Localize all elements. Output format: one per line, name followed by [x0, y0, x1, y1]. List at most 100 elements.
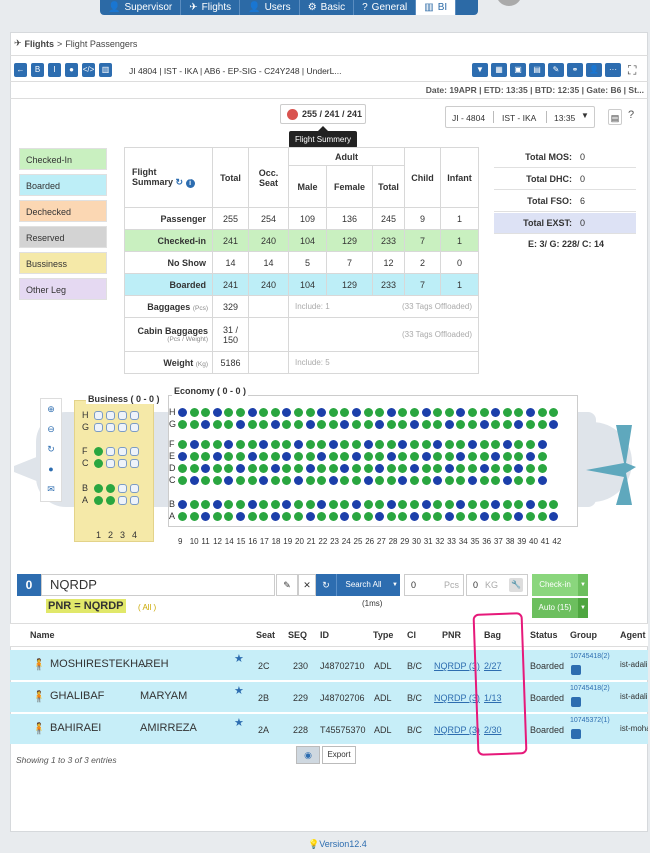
economy-seat[interactable] [352, 476, 361, 485]
business-seat[interactable] [94, 411, 103, 420]
economy-seat[interactable] [305, 452, 315, 461]
economy-seat[interactable] [247, 464, 257, 473]
economy-seat[interactable] [526, 500, 535, 509]
group-dropdown[interactable] [571, 665, 581, 675]
economy-seat[interactable] [526, 408, 535, 417]
economy-seat[interactable] [212, 512, 222, 521]
column-header-group[interactable]: Group [570, 630, 597, 650]
business-seat[interactable] [118, 459, 127, 468]
business-seat[interactable] [106, 484, 115, 493]
checkin-dropdown[interactable]: ▼ [578, 574, 588, 596]
business-seat[interactable] [118, 423, 127, 432]
economy-seat[interactable] [410, 476, 419, 485]
economy-seat[interactable] [189, 408, 199, 417]
economy-seat[interactable] [479, 420, 489, 429]
economy-seat[interactable] [178, 420, 187, 429]
economy-seat[interactable] [502, 500, 512, 509]
economy-seat[interactable] [526, 512, 535, 521]
economy-seat[interactable] [386, 512, 396, 521]
economy-seat[interactable] [178, 512, 187, 521]
business-seat[interactable] [106, 423, 115, 432]
economy-seat[interactable] [236, 408, 245, 417]
economy-seat[interactable] [212, 420, 222, 429]
economy-seat[interactable] [363, 420, 373, 429]
group-dropdown[interactable] [571, 729, 581, 739]
economy-seat[interactable] [421, 408, 431, 417]
fullscreen-icon[interactable]: ⛶ [628, 63, 636, 78]
economy-seat[interactable] [526, 452, 535, 461]
economy-seat[interactable] [270, 500, 280, 509]
economy-seat[interactable] [526, 464, 535, 473]
economy-seat[interactable] [328, 440, 338, 449]
code-icon[interactable]: </> [82, 63, 95, 77]
grid-icon[interactable]: ▦ [491, 63, 507, 77]
economy-seat[interactable] [386, 500, 396, 509]
economy-seat[interactable] [410, 512, 419, 521]
economy-seat[interactable] [294, 500, 303, 509]
economy-seat[interactable] [526, 476, 535, 485]
economy-seat[interactable] [247, 420, 257, 429]
economy-seat[interactable] [421, 500, 431, 509]
economy-seat[interactable] [363, 452, 373, 461]
economy-seat[interactable] [386, 476, 396, 485]
economy-seat[interactable] [444, 440, 454, 449]
economy-seat[interactable] [444, 464, 454, 473]
economy-seat[interactable] [386, 452, 396, 461]
business-seat[interactable] [94, 447, 103, 456]
table-icon[interactable]: ▥ [99, 63, 112, 77]
economy-seat[interactable] [270, 408, 280, 417]
economy-seat[interactable] [247, 512, 257, 521]
economy-seat[interactable] [270, 440, 280, 449]
record-icon[interactable]: ● [65, 63, 78, 77]
economy-seat[interactable] [294, 440, 303, 449]
business-seat[interactable] [106, 496, 115, 505]
economy-seat[interactable] [189, 500, 199, 509]
economy-seat[interactable] [421, 464, 431, 473]
search-all-button[interactable]: Search All [336, 574, 390, 596]
back-icon[interactable]: ← [14, 63, 27, 77]
economy-seat[interactable] [236, 500, 245, 509]
economy-seat[interactable] [189, 476, 199, 485]
economy-seat[interactable] [421, 476, 431, 485]
economy-seat[interactable] [189, 420, 199, 429]
economy-seat[interactable] [444, 420, 454, 429]
economy-seat[interactable] [328, 476, 338, 485]
economy-seat[interactable] [468, 476, 477, 485]
business-seat[interactable] [130, 423, 139, 432]
auto-button[interactable]: Auto (15) [532, 598, 578, 618]
economy-seat[interactable] [363, 500, 373, 509]
economy-seat[interactable] [421, 440, 431, 449]
economy-seat[interactable] [305, 440, 315, 449]
business-seat[interactable] [94, 484, 103, 493]
economy-seat[interactable] [247, 476, 257, 485]
economy-seat[interactable] [178, 464, 187, 473]
wrench-icon[interactable]: 🔧 [509, 578, 523, 592]
economy-seat[interactable] [410, 420, 419, 429]
economy-seat[interactable] [294, 420, 303, 429]
economy-seat[interactable] [537, 476, 547, 485]
economy-seat[interactable] [410, 440, 419, 449]
filter-icon[interactable]: ▼ [472, 63, 488, 77]
column-header-agent[interactable]: Agent [620, 630, 646, 650]
economy-seat[interactable] [502, 408, 512, 417]
breadcrumb-flights[interactable]: Flights [25, 39, 55, 49]
economy-seat[interactable] [363, 408, 373, 417]
economy-seat[interactable] [479, 452, 489, 461]
economy-seat[interactable] [479, 500, 489, 509]
column-header-seq[interactable]: SEQ [288, 630, 307, 650]
economy-seat[interactable] [502, 476, 512, 485]
economy-seat[interactable] [247, 452, 257, 461]
print-icon[interactable]: ▣ [510, 63, 526, 77]
chat-icon[interactable]: ● [41, 459, 61, 479]
column-header-pnr[interactable]: PNR [442, 630, 461, 650]
business-seat[interactable] [106, 411, 115, 420]
economy-seat[interactable] [247, 500, 257, 509]
economy-seat[interactable] [468, 512, 477, 521]
economy-seat[interactable] [352, 420, 361, 429]
economy-seat[interactable] [502, 440, 512, 449]
business-seat[interactable] [106, 447, 115, 456]
economy-seat[interactable] [526, 440, 535, 449]
economy-seat[interactable] [352, 512, 361, 521]
economy-seat[interactable] [212, 476, 222, 485]
economy-seat[interactable] [537, 500, 547, 509]
